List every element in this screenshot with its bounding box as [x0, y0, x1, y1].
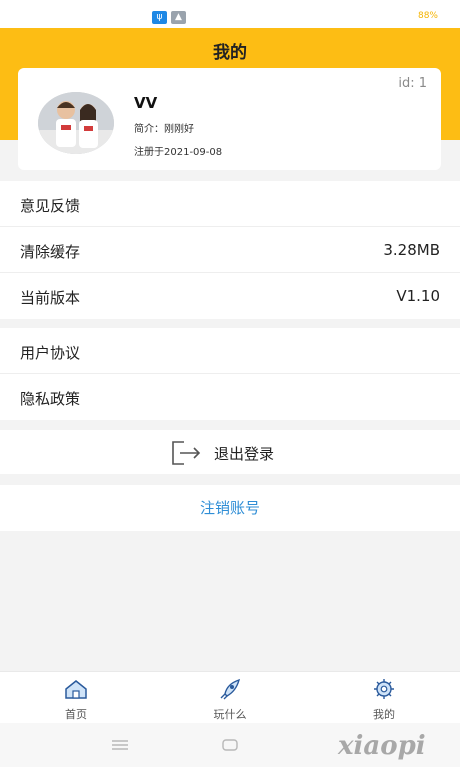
status-icons: ψ ▲: [152, 11, 186, 24]
tab-home[interactable]: 首页: [36, 678, 116, 722]
feedback-label: 意见反馈: [20, 197, 81, 215]
profile-card[interactable]: id: 1 VV 简介：刚刚好 注册于2021-09-08: [18, 68, 441, 170]
notification-icon: ▲: [171, 11, 186, 24]
privacy-policy-item[interactable]: 隐私政策: [0, 374, 460, 420]
tab-mine-label: 我的: [373, 708, 395, 721]
legal-group: 用户协议 隐私政策: [0, 328, 460, 420]
avatar-photo-icon: [38, 92, 114, 154]
logout-label: 退出登录: [214, 444, 275, 463]
tab-explore-label: 玩什么: [213, 708, 247, 721]
svg-text:xiaopi: xiaopi: [337, 731, 426, 761]
user-agreement-item[interactable]: 用户协议: [0, 328, 460, 374]
home-icon: [65, 680, 87, 699]
version-item[interactable]: 当前版本 V1.10: [0, 273, 460, 319]
menu-icon[interactable]: [110, 738, 130, 752]
version-label: 当前版本: [20, 289, 81, 307]
user-id: id: 1: [398, 76, 427, 91]
tab-home-label: 首页: [65, 708, 87, 721]
registration-date: 注册于2021-09-08: [134, 147, 223, 158]
feedback-item[interactable]: 意见反馈: [0, 181, 460, 227]
page-title: 我的: [213, 43, 247, 63]
cache-size-value: 3.28MB: [383, 241, 440, 259]
status-bar: ψ ▲ 88%: [0, 0, 460, 28]
home-nav-icon[interactable]: [221, 738, 239, 752]
rocket-icon: [220, 678, 241, 700]
battery-text: 88%: [417, 11, 438, 21]
tab-explore[interactable]: 玩什么: [190, 678, 270, 722]
privacy-policy-label: 隐私政策: [20, 390, 81, 408]
watermark-logo: xiaopi: [336, 726, 446, 767]
usb-debug-icon: ψ: [152, 11, 167, 24]
clear-cache-label: 清除缓存: [20, 243, 81, 261]
logout-button[interactable]: 退出登录: [0, 430, 460, 474]
settings-group: 意见反馈 清除缓存 3.28MB 当前版本 V1.10: [0, 181, 460, 319]
user-intro: 简介：刚刚好: [134, 124, 194, 135]
user-agreement-label: 用户协议: [20, 344, 81, 362]
logout-icon: [172, 441, 201, 465]
tab-mine[interactable]: 我的: [344, 678, 424, 722]
cancel-account-button[interactable]: 注销账号: [0, 485, 460, 531]
watermark-logo-graphic: xiaopi: [337, 731, 426, 761]
username: VV: [134, 94, 158, 112]
tab-bar: 首页 玩什么 我的: [0, 671, 460, 723]
gear-icon: [374, 679, 394, 699]
clear-cache-item[interactable]: 清除缓存 3.28MB: [0, 227, 460, 273]
avatar[interactable]: [38, 92, 114, 154]
version-value: V1.10: [396, 287, 440, 305]
